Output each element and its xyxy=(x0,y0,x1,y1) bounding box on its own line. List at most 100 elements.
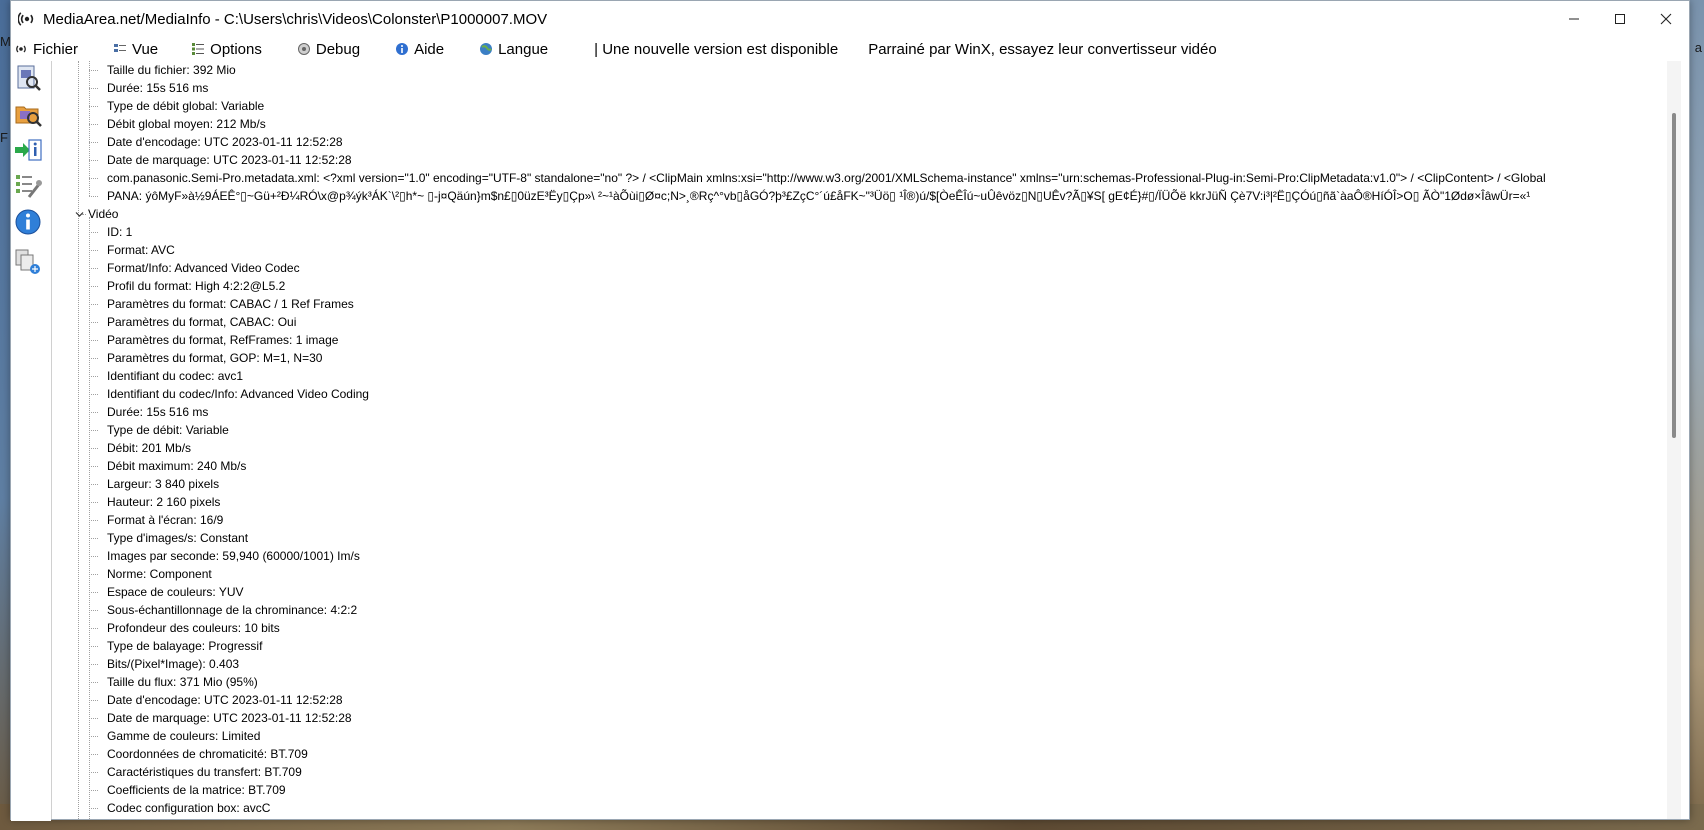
minimize-button[interactable] xyxy=(1551,1,1597,37)
tree-row[interactable]: Type d'images/s: Constant xyxy=(52,529,1632,547)
tree-connector xyxy=(89,70,98,71)
close-button[interactable] xyxy=(1643,1,1689,37)
tree-row[interactable]: Type de débit: Variable xyxy=(52,421,1632,439)
tree-connector xyxy=(89,340,98,341)
open-file-button[interactable] xyxy=(11,61,45,95)
tree-row[interactable]: Codec configuration box: avcC xyxy=(52,799,1632,817)
tree-row[interactable]: Date d'encodage: UTC 2023-01-11 12:52:28 xyxy=(52,133,1632,151)
tree-row[interactable]: Hauteur: 2 160 pixels xyxy=(52,493,1632,511)
tree-row[interactable]: Profondeur des couleurs: 10 bits xyxy=(52,619,1632,637)
tree-row[interactable]: Durée: 15s 516 ms xyxy=(52,403,1632,421)
tree-row[interactable]: Paramètres du format: CABAC / 1 Ref Fram… xyxy=(52,295,1632,313)
tree-connector xyxy=(89,322,98,323)
tree-row[interactable]: Gamme de couleurs: Limited xyxy=(52,727,1632,745)
tree-row-text: Paramètres du format, CABAC: Oui xyxy=(107,315,297,329)
title-bar[interactable]: MediaArea.net/MediaInfo - C:\Users\chris… xyxy=(11,1,1689,37)
menu-vue[interactable]: Vue xyxy=(112,41,158,58)
tree-connector xyxy=(89,700,98,701)
menu-label: Fichier xyxy=(33,40,79,58)
window-controls xyxy=(1551,1,1689,37)
tree-row[interactable]: com.panasonic.Semi-Pro.metadata.xml: <?x… xyxy=(52,169,1632,187)
mediainfo-window: MediaArea.net/MediaInfo - C:\Users\chris… xyxy=(10,0,1690,821)
tree-section-video[interactable]: Vidéo xyxy=(52,205,1632,223)
about-button[interactable] xyxy=(11,205,45,239)
tree-row[interactable]: Norme: Component xyxy=(52,565,1632,583)
tree-row[interactable]: Sous-échantillonnage de la chrominance: … xyxy=(52,601,1632,619)
update-notice[interactable]: | Une nouvelle version est disponible xyxy=(594,41,838,58)
tree-row[interactable]: Coordonnées de chromaticité: BT.709 xyxy=(52,745,1632,763)
tree-row-text: Taille du flux: 371 Mio (95%) xyxy=(107,675,258,689)
scrollbar-thumb[interactable] xyxy=(1672,113,1676,438)
desktop-glyph: F xyxy=(0,130,8,145)
tree-row[interactable]: Débit: 201 Mb/s xyxy=(52,439,1632,457)
tree-row[interactable]: Débit maximum: 240 Mb/s xyxy=(52,457,1632,475)
tree-connector xyxy=(89,232,98,233)
sponsor-link[interactable]: Parrainé par WinX, essayez leur converti… xyxy=(868,41,1217,58)
tree-row-text: Format/Info: Advanced Video Codec xyxy=(107,261,300,275)
tree-row[interactable]: Date d'encodage: UTC 2023-01-11 12:52:28 xyxy=(52,691,1632,709)
options-icon xyxy=(190,41,206,57)
tree-row[interactable]: Format: AVC xyxy=(52,241,1632,259)
menu-fichier[interactable]: Fichier xyxy=(13,41,78,58)
preferences-button[interactable] xyxy=(11,169,45,203)
windows-context-button[interactable] xyxy=(11,245,45,279)
tree-row-text: Images par seconde: 59,940 (60000/1001) … xyxy=(107,549,360,563)
menu-aide[interactable]: Aide xyxy=(394,41,444,58)
tree-row[interactable]: Espace de couleurs: YUV xyxy=(52,583,1632,601)
export-button[interactable] xyxy=(11,133,45,167)
maximize-button[interactable] xyxy=(1597,1,1643,37)
tree-row[interactable]: Taille du fichier: 392 Mio xyxy=(52,61,1632,79)
tree-row[interactable]: Identifiant du codec: avc1 xyxy=(52,367,1632,385)
tree-row-text: Bits/(Pixel*Image): 0.403 xyxy=(107,657,240,671)
tree-connector xyxy=(89,610,98,611)
tree-row[interactable]: Caractéristiques du transfert: BT.709 xyxy=(52,763,1632,781)
side-toolbar xyxy=(11,61,51,821)
tree-connector xyxy=(89,538,98,539)
tree-row[interactable]: Format à l'écran: 16/9 xyxy=(52,511,1632,529)
tree-row[interactable]: Coefficients de la matrice: BT.709 xyxy=(52,781,1632,799)
menu-langue[interactable]: Langue xyxy=(478,41,548,58)
tree-row-text: Coordonnées de chromaticité: BT.709 xyxy=(107,747,308,761)
tree-connector xyxy=(89,682,98,683)
open-file-icon xyxy=(17,65,41,91)
tree-row-text: Paramètres du format: CABAC / 1 Ref Fram… xyxy=(107,297,354,311)
tree-row[interactable]: PANA: ýôMyF»à½9ÁEÊ°▯~Gü+²Ð¼RÓ\x@p¾ýk³ÁK`… xyxy=(52,187,1632,205)
tree-connector xyxy=(89,736,98,737)
tree-connector xyxy=(89,286,98,287)
tree-row[interactable]: Profil du format: High 4:2:2@L5.2 xyxy=(52,277,1632,295)
file-icon xyxy=(13,41,29,57)
tree-row[interactable]: Format/Info: Advanced Video Codec xyxy=(52,259,1632,277)
tree-row[interactable]: Date de marquage: UTC 2023-01-11 12:52:2… xyxy=(52,151,1632,169)
tree-connector xyxy=(89,394,98,395)
tree-row[interactable]: Débit global moyen: 212 Mb/s xyxy=(52,115,1632,133)
tree-row[interactable]: Identifiant du codec/Info: Advanced Vide… xyxy=(52,385,1632,403)
tree-row-text: Largeur: 3 840 pixels xyxy=(107,477,220,491)
tree-row[interactable]: Paramètres du format, RefFrames: 1 image xyxy=(52,331,1632,349)
tree-row-text: PANA: ýôMyF»à½9ÁEÊ°▯~Gü+²Ð¼RÓ\x@p¾ýk³ÁK`… xyxy=(107,189,1531,203)
tree-row[interactable]: Date de marquage: UTC 2023-01-11 12:52:2… xyxy=(52,709,1632,727)
tree-row[interactable]: Images par seconde: 59,940 (60000/1001) … xyxy=(52,547,1632,565)
tree-row-text: Date de marquage: UTC 2023-01-11 12:52:2… xyxy=(107,153,352,167)
tree-row[interactable]: Type de balayage: Progressif xyxy=(52,637,1632,655)
tree-row-text: Durée: 15s 516 ms xyxy=(107,405,209,419)
tree-row[interactable]: Taille du flux: 371 Mio (95%) xyxy=(52,673,1632,691)
tree-row-text: Durée: 15s 516 ms xyxy=(107,81,209,95)
menu-options[interactable]: Options xyxy=(190,41,262,58)
tree-row[interactable]: Paramètres du format, GOP: M=1, N=30 xyxy=(52,349,1632,367)
tree-row[interactable]: Largeur: 3 840 pixels xyxy=(52,475,1632,493)
tree-row-text: Date d'encodage: UTC 2023-01-11 12:52:28 xyxy=(107,693,343,707)
vertical-scrollbar[interactable] xyxy=(1667,61,1681,819)
tree-row[interactable]: ID: 1 xyxy=(52,223,1632,241)
view-icon xyxy=(112,41,128,57)
menu-label: Vue xyxy=(132,40,159,58)
menu-debug[interactable]: Debug xyxy=(296,41,360,58)
open-folder-button[interactable] xyxy=(11,97,45,131)
tree-row[interactable]: Type de débit global: Variable xyxy=(52,97,1632,115)
tree-row[interactable]: Durée: 15s 516 ms xyxy=(52,79,1632,97)
tree-row[interactable]: Bits/(Pixel*Image): 0.403 xyxy=(52,655,1632,673)
info-tree-panel[interactable]: Taille du fichier: 392 Mio Durée: 15s 516… xyxy=(51,61,1681,819)
tree-connector xyxy=(89,790,98,791)
tree-row-text: Hauteur: 2 160 pixels xyxy=(107,495,221,509)
tree-connector xyxy=(89,412,98,413)
tree-row[interactable]: Paramètres du format, CABAC: Oui xyxy=(52,313,1632,331)
